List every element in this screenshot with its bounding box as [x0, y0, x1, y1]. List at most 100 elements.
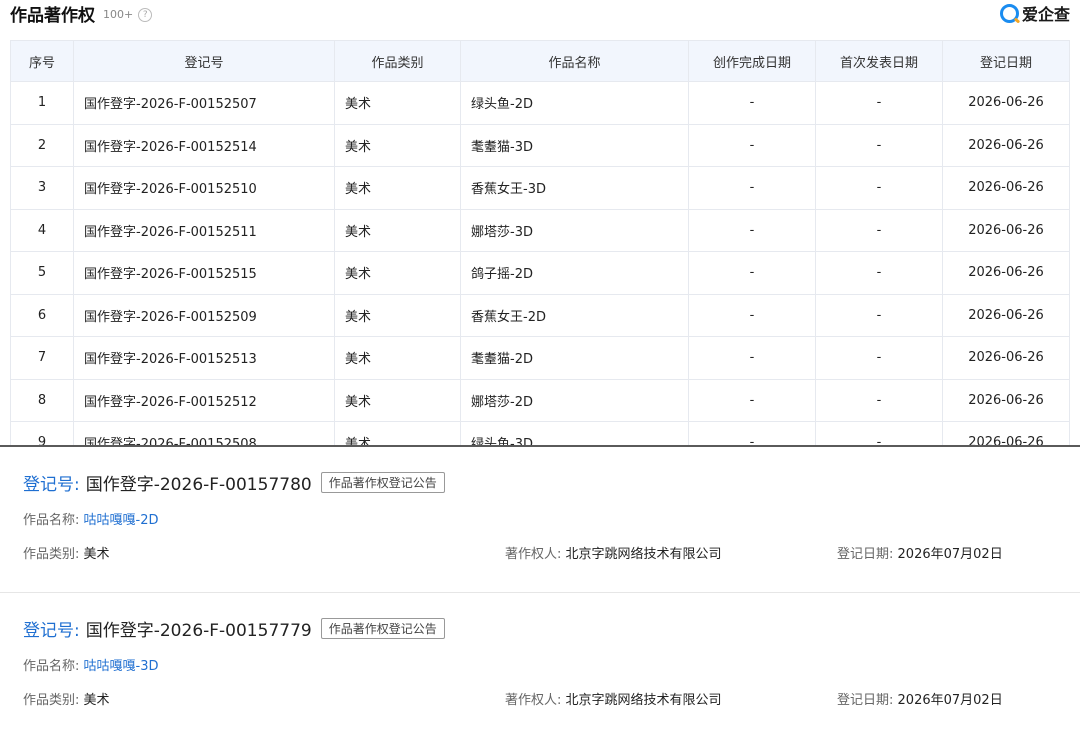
cell-reg-no[interactable]: 国作登字-2026-F-00152508: [73, 421, 335, 445]
notice-tag[interactable]: 作品著作权登记公告: [320, 472, 445, 493]
cell-index: 1: [10, 81, 74, 125]
notice-card[interactable]: 登记号: 国作登字-2026-F-00157780 作品著作权登记公告 作品名称…: [0, 447, 1080, 592]
help-icon[interactable]: ?: [138, 7, 153, 22]
cell-index: 8: [10, 378, 74, 422]
cell-reg-date: 2026-06-26: [942, 123, 1070, 167]
table-row: 3 国作登字-2026-F-00152510 美术 香蕉女王-3D - - 20…: [10, 166, 1070, 210]
cell-work-name: 娜塔莎-2D: [460, 378, 689, 422]
cell-reg-no[interactable]: 国作登字-2026-F-00152513: [73, 336, 335, 380]
cell-work-name: 耄耋猫-2D: [460, 336, 689, 380]
registration-notice-list: 登记号: 国作登字-2026-F-00157780 作品著作权登记公告 作品名称…: [0, 445, 1080, 739]
cell-index: 7: [10, 336, 74, 380]
col-header-publish-date: 首次发表日期: [815, 40, 943, 82]
col-header-index: 序号: [10, 40, 74, 82]
cell-category: 美术: [334, 166, 461, 210]
work-name-line: 作品名称: 咕咕嘎嘎-3D: [23, 655, 159, 674]
work-name-line: 作品名称: 咕咕嘎嘎-2D: [23, 509, 159, 528]
cell-reg-date: 2026-06-26: [942, 166, 1070, 210]
owner-value: 北京字跳网络技术有限公司: [565, 693, 722, 708]
cell-work-name: 香蕉女王-3D: [460, 166, 689, 210]
table-row: 7 国作登字-2026-F-00152513 美术 耄耋猫-2D - - 202…: [10, 336, 1070, 380]
cell-reg-no[interactable]: 国作登字-2026-F-00152510: [73, 166, 335, 210]
table-header-row: 序号 登记号 作品类别 作品名称 创作完成日期 首次发表日期 登记日期: [10, 40, 1070, 82]
copyright-table: 序号 登记号 作品类别 作品名称 创作完成日期 首次发表日期 登记日期 1 国作…: [10, 40, 1070, 445]
cell-reg-date: 2026-06-26: [942, 421, 1070, 445]
table-row: 1 国作登字-2026-F-00152507 美术 绿头鱼-2D - - 202…: [10, 81, 1070, 125]
table-row: 8 国作登字-2026-F-00152512 美术 娜塔莎-2D - - 202…: [10, 378, 1070, 422]
cell-reg-no[interactable]: 国作登字-2026-F-00152512: [73, 378, 335, 422]
notice-card[interactable]: 登记号: 国作登字-2026-F-00157779 作品著作权登记公告 作品名称…: [0, 592, 1080, 738]
reg-no-label: 登记号:: [23, 621, 80, 641]
cell-category: 美术: [334, 81, 461, 125]
reg-date-line: 登记日期: 2026年07月02日: [837, 689, 1003, 708]
reg-no-line: 登记号: 国作登字-2026-F-00157779 作品著作权登记公告: [23, 616, 445, 641]
work-name-link[interactable]: 咕咕嘎嘎-3D: [84, 659, 159, 674]
cell-reg-date: 2026-06-26: [942, 293, 1070, 337]
cell-creation-date: -: [688, 81, 816, 125]
cell-creation-date: -: [688, 378, 816, 422]
category-line: 作品类别: 美术: [23, 543, 110, 562]
cell-category: 美术: [334, 336, 461, 380]
cell-work-name: 鸽子摇-2D: [460, 251, 689, 295]
cell-reg-no[interactable]: 国作登字-2026-F-00152507: [73, 81, 335, 125]
reg-date-value: 2026年07月02日: [897, 693, 1003, 708]
cell-reg-no[interactable]: 国作登字-2026-F-00152514: [73, 123, 335, 167]
cell-creation-date: -: [688, 336, 816, 380]
cell-publish-date: -: [815, 166, 943, 210]
cell-reg-date: 2026-06-26: [942, 251, 1070, 295]
notice-tag[interactable]: 作品著作权登记公告: [320, 618, 445, 639]
reg-date-line: 登记日期: 2026年07月02日: [837, 543, 1003, 562]
table-row: 4 国作登字-2026-F-00152511 美术 娜塔莎-3D - - 202…: [10, 208, 1070, 252]
cell-creation-date: -: [688, 251, 816, 295]
category-value: 美术: [83, 693, 110, 708]
cell-index: 3: [10, 166, 74, 210]
cell-category: 美术: [334, 123, 461, 167]
cell-index: 9: [10, 421, 74, 445]
copyright-table-section: 作品著作权 100+ ? 爱企查 序号 登记号 作品类别 作品名称 创作完成日期…: [0, 0, 1080, 445]
record-count: 100+: [103, 8, 134, 21]
cell-publish-date: -: [815, 81, 943, 125]
owner-value: 北京字跳网络技术有限公司: [565, 547, 722, 562]
cell-reg-no[interactable]: 国作登字-2026-F-00152511: [73, 208, 335, 252]
table-row: 9 国作登字-2026-F-00152508 美术 绿头鱼-3D - - 202…: [10, 421, 1070, 445]
category-label: 作品类别:: [23, 547, 80, 562]
reg-no-label: 登记号:: [23, 475, 80, 495]
section-header: 作品著作权 100+ ?: [10, 0, 153, 26]
col-header-reg-date: 登记日期: [942, 40, 1070, 82]
category-value: 美术: [83, 547, 110, 562]
cell-publish-date: -: [815, 251, 943, 295]
section-title: 作品著作权: [10, 5, 95, 26]
table-row: 6 国作登字-2026-F-00152509 美术 香蕉女王-2D - - 20…: [10, 293, 1070, 337]
cell-index: 5: [10, 251, 74, 295]
cell-reg-no[interactable]: 国作登字-2026-F-00152509: [73, 293, 335, 337]
reg-no-value[interactable]: 国作登字-2026-F-00157780: [86, 470, 312, 495]
cell-publish-date: -: [815, 293, 943, 337]
reg-date-value: 2026年07月02日: [897, 547, 1003, 562]
table-row: 2 国作登字-2026-F-00152514 美术 耄耋猫-3D - - 202…: [10, 123, 1070, 167]
cell-reg-no[interactable]: 国作登字-2026-F-00152515: [73, 251, 335, 295]
work-name-label: 作品名称:: [23, 659, 80, 674]
reg-date-label: 登记日期:: [837, 693, 894, 708]
brand-logo[interactable]: 爱企查: [999, 1, 1070, 25]
cell-work-name: 绿头鱼-3D: [460, 421, 689, 445]
cell-category: 美术: [334, 251, 461, 295]
cell-index: 4: [10, 208, 74, 252]
cell-publish-date: -: [815, 421, 943, 445]
cell-creation-date: -: [688, 421, 816, 445]
cell-category: 美术: [334, 208, 461, 252]
owner-line: 著作权人: 北京字跳网络技术有限公司: [505, 689, 722, 708]
cell-publish-date: -: [815, 378, 943, 422]
work-name-link[interactable]: 咕咕嘎嘎-2D: [84, 513, 159, 528]
reg-no-value[interactable]: 国作登字-2026-F-00157779: [86, 616, 312, 641]
cell-reg-date: 2026-06-26: [942, 336, 1070, 380]
table-row: 5 国作登字-2026-F-00152515 美术 鸽子摇-2D - - 202…: [10, 251, 1070, 295]
category-label: 作品类别:: [23, 693, 80, 708]
search-logo-icon: [999, 3, 1019, 23]
reg-date-label: 登记日期:: [837, 547, 894, 562]
cell-reg-date: 2026-06-26: [942, 81, 1070, 125]
col-header-reg-no: 登记号: [73, 40, 335, 82]
col-header-work-name: 作品名称: [460, 40, 689, 82]
col-header-category: 作品类别: [334, 40, 461, 82]
cell-work-name: 耄耋猫-3D: [460, 123, 689, 167]
reg-no-line: 登记号: 国作登字-2026-F-00157780 作品著作权登记公告: [23, 470, 445, 495]
